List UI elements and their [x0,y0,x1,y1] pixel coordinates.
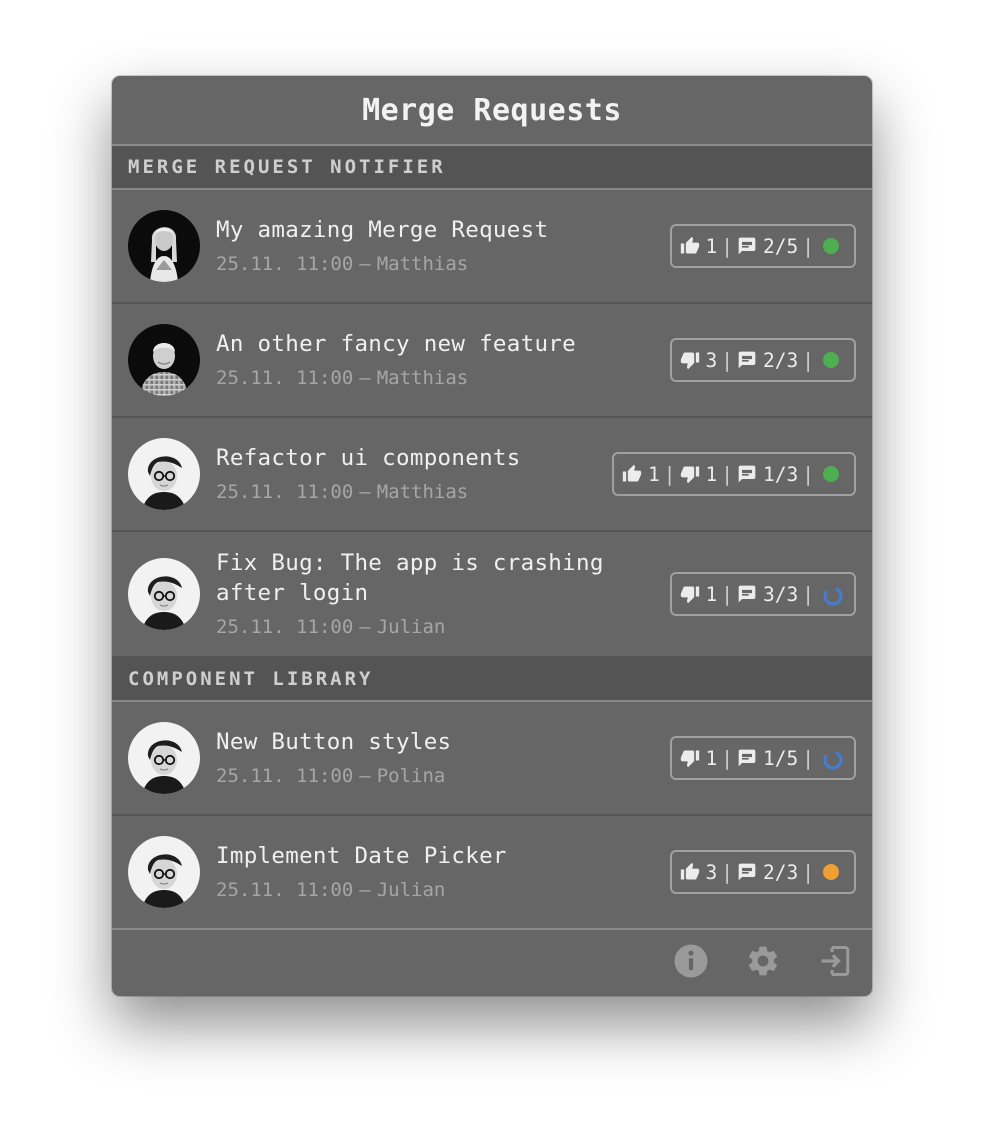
merge-request-author: Matthias [376,367,469,389]
thumbs-down-count: 1 [705,582,718,606]
meta-separator: — [359,367,371,389]
logout-button[interactable] [816,942,854,980]
merge-request-meta: 25.11. 11:00— Matthias [216,365,656,391]
merge-request-row[interactable]: Implement Date Picker 25.11. 11:00— Julian… [112,816,872,930]
thumbs-down-count: 3 [705,348,718,372]
merge-request-title[interactable]: An other fancy new feature [216,329,656,359]
merge-request-row[interactable]: New Button styles 25.11. 11:00— Polina 1 | 1/… [112,702,872,816]
thumbs-up-count: 1 [648,462,660,486]
merge-request-author: Matthias [376,481,469,503]
info-icon [674,944,708,978]
merge-request-row[interactable]: My amazing Merge Request 25.11. 11:00— Mat… [112,190,872,304]
thumbs-down-icon [680,464,700,484]
pipeline-running-icon [822,749,843,770]
review-status-badge[interactable]: 1 | 2/5 | [669,224,856,268]
thumbs-down-count: 1 [705,462,718,486]
pipeline-status-dot [822,465,840,483]
merge-request-row[interactable]: An other fancy new feature 25.11. 11:00— M… [112,304,872,418]
comment-icon [737,584,757,604]
comment-icon [737,350,757,370]
merge-request-date: 25.11. 11:00 [216,253,354,275]
comment-count: 1/3 [763,462,799,486]
comment-count: 1/5 [763,746,799,770]
thumbs-down-icon [680,350,700,370]
meta-separator: — [359,616,371,638]
merge-request-date: 25.11. 11:00 [216,879,354,901]
review-status-badge[interactable]: 1 | 3/3 | [669,572,856,616]
comment-count: 3/3 [763,582,799,606]
comment-icon [737,862,757,882]
thumbs-up-icon [680,236,700,256]
merge-request-title[interactable]: Fix Bug: The app is crashing after login [216,548,636,608]
merge-request-date: 25.11. 11:00 [216,765,354,787]
merge-request-author: Julian [376,879,446,901]
comment-icon [737,464,757,484]
comment-count: 2/3 [763,860,799,884]
thumbs-down-icon [680,584,700,604]
merge-request-author: Matthias [376,253,469,275]
comment-icon [737,236,757,256]
comment-count: 2/5 [763,234,799,258]
merge-request-meta: 25.11. 11:00— Matthias [216,479,656,505]
thumbs-up-count: 3 [705,860,718,884]
thumbs-down-icon [680,748,700,768]
section-header: MERGE REQUEST NOTIFIER [112,146,872,190]
comment-count: 2/3 [763,348,799,372]
thumbs-down-count: 1 [705,746,718,770]
merge-request-date: 25.11. 11:00 [216,481,354,503]
pipeline-status-dot [822,863,840,881]
avatar [128,558,200,630]
settings-icon [748,946,778,976]
merge-requests-window: Merge Requests MERGE REQUEST NOTIFIER My … [112,76,872,996]
merge-request-row[interactable]: Fix Bug: The app is crashing after login… [112,532,872,658]
merge-request-meta: 25.11. 11:00— Matthias [216,251,656,277]
review-status-badge[interactable]: 3 | 2/3 | [669,850,856,894]
avatar [128,324,200,396]
avatar [128,836,200,908]
merge-request-author: Polina [376,765,446,787]
comment-icon [737,748,757,768]
meta-separator: — [359,765,371,787]
meta-separator: — [359,879,371,901]
thumbs-up-icon [622,464,642,484]
meta-separator: — [359,253,371,275]
pipeline-status-dot [822,351,840,369]
merge-request-meta: 25.11. 11:00— Julian [216,614,636,640]
thumbs-up-count: 1 [705,234,718,258]
merge-request-title[interactable]: Implement Date Picker [216,841,656,871]
footer-toolbar [112,926,872,996]
merge-request-row[interactable]: Refactor ui components 25.11. 11:00— Matth… [112,418,872,532]
review-status-badge[interactable]: 1 | 1/5 | [669,736,856,780]
section-header: COMPONENT LIBRARY [112,658,872,702]
thumbs-up-icon [680,862,700,882]
merge-request-list: MERGE REQUEST NOTIFIER My amazing Merge R… [112,146,872,930]
window-title: Merge Requests [112,76,872,146]
review-status-badge[interactable]: 1 | 1 | 1/3 | [612,452,856,496]
avatar [128,722,200,794]
merge-request-author: Julian [376,616,446,638]
info-button[interactable] [672,942,710,980]
merge-request-title[interactable]: Refactor ui components [216,443,656,473]
meta-separator: — [359,481,371,503]
merge-request-meta: 25.11. 11:00— Polina [216,763,656,789]
pipeline-status-dot [822,237,840,255]
merge-request-title[interactable]: My amazing Merge Request [216,215,656,245]
settings-button[interactable] [744,942,782,980]
merge-request-date: 25.11. 11:00 [216,616,354,638]
review-status-badge[interactable]: 3 | 2/3 | [669,338,856,382]
logout-icon [821,946,850,976]
merge-request-date: 25.11. 11:00 [216,367,354,389]
merge-request-meta: 25.11. 11:00— Julian [216,877,656,903]
avatar [128,210,200,282]
merge-request-title[interactable]: New Button styles [216,727,656,757]
avatar [128,438,200,510]
pipeline-running-icon [822,585,843,606]
